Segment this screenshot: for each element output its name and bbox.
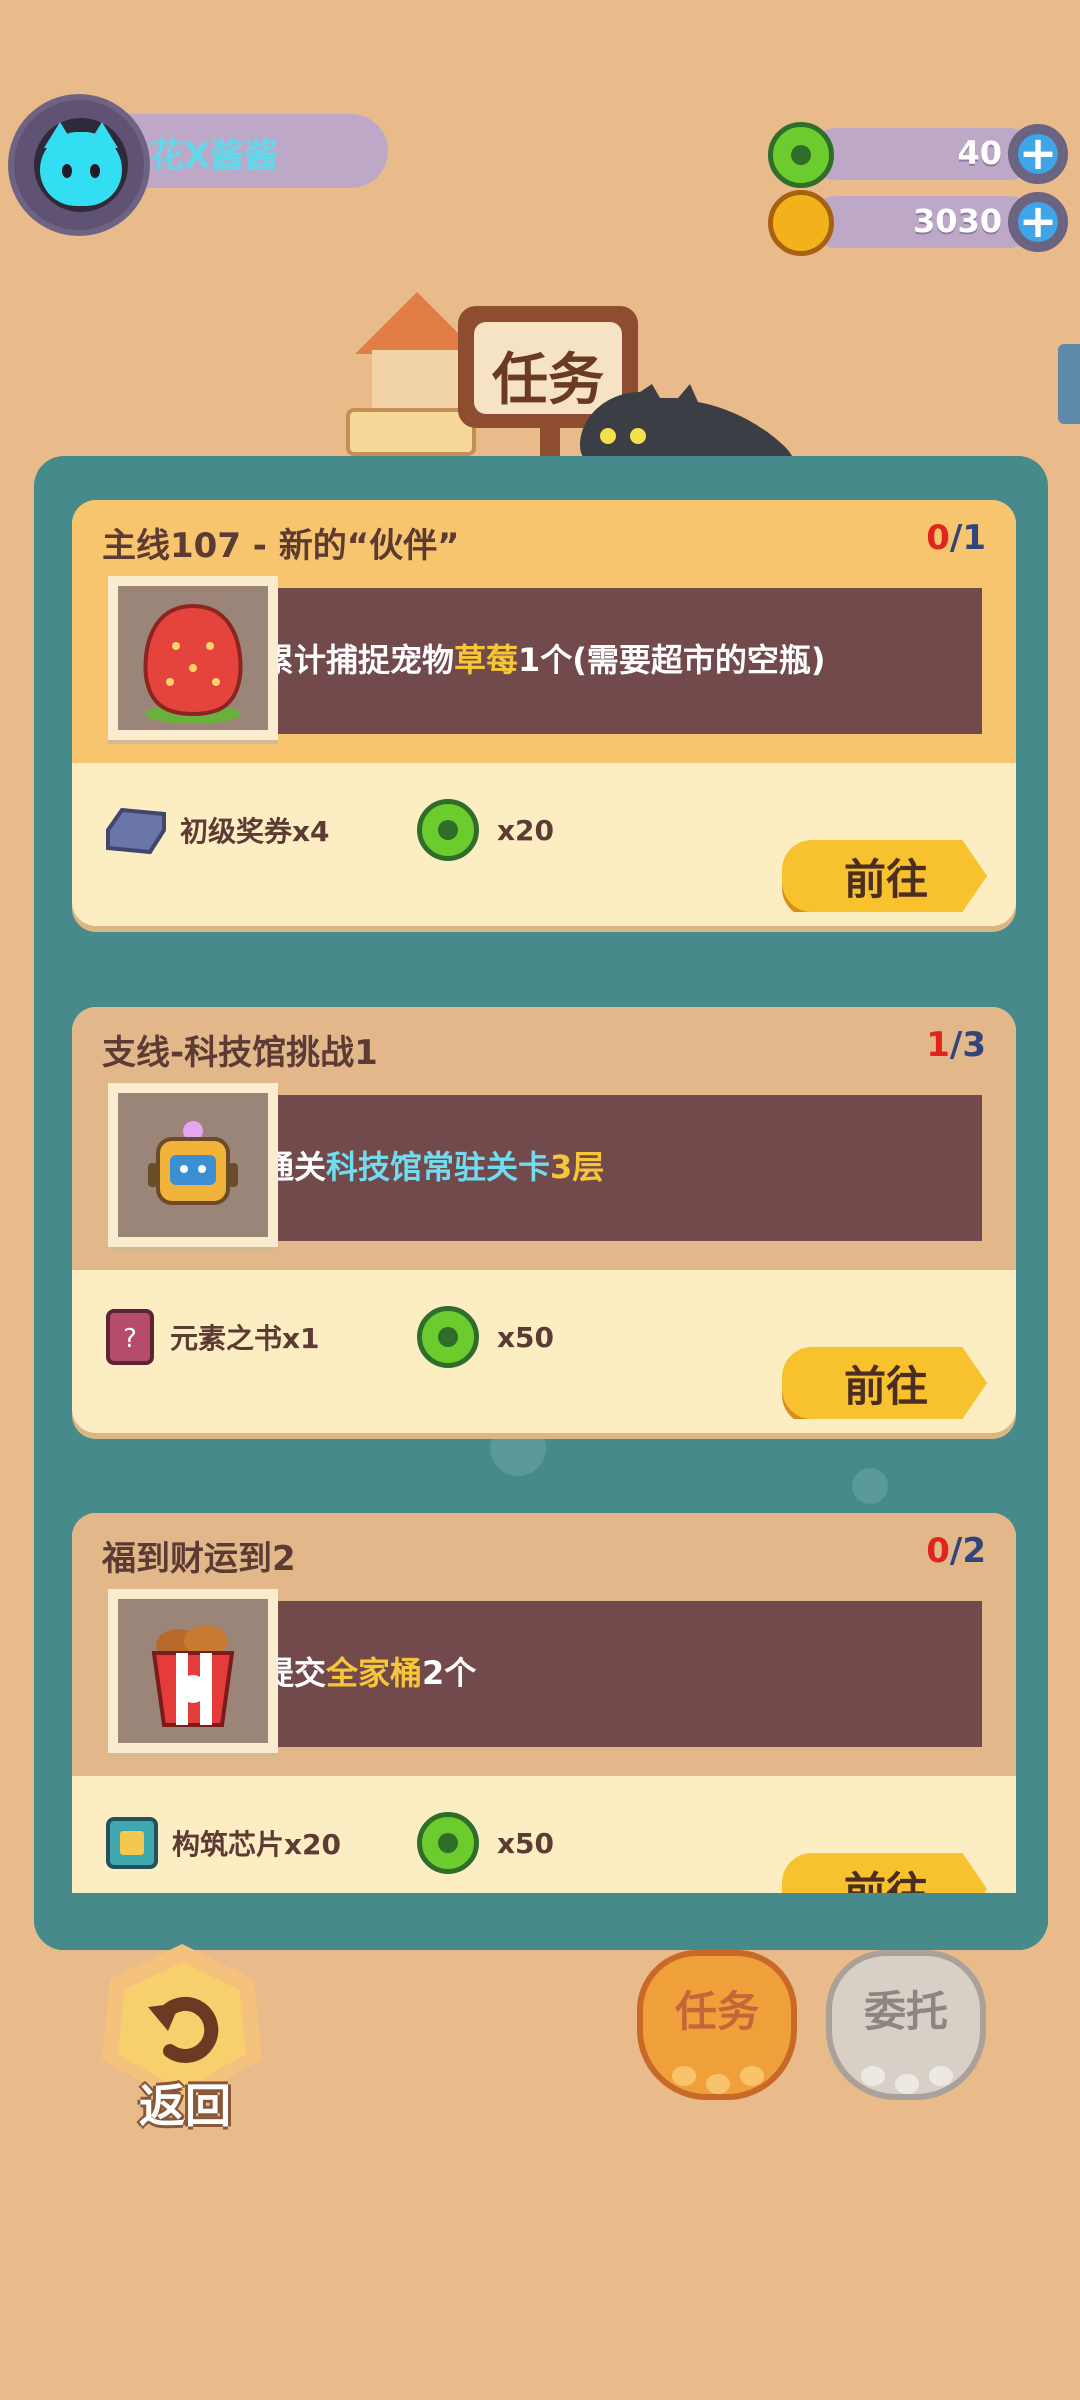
task-progress: 0/2 xyxy=(926,1531,986,1571)
task-card: 主线107 - 新的“伙伴” 0/1 累计捕捉宠物草莓1个(需要超市的空瓶) 初… xyxy=(72,500,1016,926)
element-book-icon: ? xyxy=(106,1309,154,1365)
task-description: 通关科技馆常驻关卡3层 xyxy=(262,1148,605,1186)
reward-item: x50 xyxy=(417,1306,554,1368)
reward-item: 构筑芯片x20 xyxy=(102,1813,341,1873)
avatar-eye-left xyxy=(62,164,72,178)
add-gems-button[interactable]: + xyxy=(1008,124,1068,184)
paw-toe xyxy=(672,2066,696,2086)
strawberry-icon xyxy=(143,603,243,724)
task-thumbnail xyxy=(118,1599,268,1743)
task-title: 福到财运到2 xyxy=(102,1539,296,1579)
task-title: 主线107 - 新的“伙伴” xyxy=(102,526,460,566)
avatar xyxy=(40,132,122,206)
side-clip[interactable] xyxy=(1058,344,1080,424)
gold-coin-icon xyxy=(768,190,834,256)
back-arrow-icon xyxy=(148,1996,219,2063)
task-title: 支线-科技馆挑战1 xyxy=(102,1033,378,1073)
ticket-icon xyxy=(106,807,166,855)
tab-task-label: 任务 xyxy=(674,1987,759,2036)
paw-toe xyxy=(740,2066,764,2086)
go-button-label: 前往 xyxy=(843,1362,928,1411)
go-button-label: 前往 xyxy=(843,1868,928,1893)
paw-toe xyxy=(706,2074,730,2094)
green-donut-icon xyxy=(417,1306,479,1368)
panel-bottom-edge xyxy=(34,1893,1048,1950)
go-button-label: 前往 xyxy=(843,855,928,904)
player-name: 花X酱酱 xyxy=(150,136,279,176)
paw-toe xyxy=(895,2074,919,2094)
add-coins-button[interactable]: + xyxy=(1008,192,1068,252)
task-card: 福到财运到2 0/2 提交全家桶2个 构筑芯片x20 x50 前往 xyxy=(72,1513,1016,1893)
gem-count: 40 xyxy=(957,134,1002,172)
robot-icon xyxy=(148,1121,238,1205)
green-donut-icon xyxy=(417,1812,479,1874)
avatar-eye-right xyxy=(90,164,100,178)
task-description: 提交全家桶2个 xyxy=(262,1654,477,1692)
chip-icon xyxy=(106,1817,158,1869)
reward-item: x20 xyxy=(417,799,554,861)
green-donut-icon xyxy=(768,122,834,188)
books-decoration xyxy=(346,408,476,456)
back-button-label: 返回 xyxy=(139,2079,231,2133)
task-progress: 1/3 xyxy=(926,1025,986,1065)
svg-text:?: ? xyxy=(123,1324,137,1354)
task-thumbnail xyxy=(118,586,268,730)
reward-item: ? 元素之书x1 xyxy=(102,1307,320,1367)
panel-decoration-dot xyxy=(852,1468,888,1504)
reward-item: x50 xyxy=(417,1812,554,1874)
chicken-bucket-icon xyxy=(151,1625,235,1727)
task-progress: 0/1 xyxy=(926,518,986,558)
reward-item: 初级奖券x4 xyxy=(102,800,330,860)
task-card: 支线-科技馆挑战1 1/3 通关科技馆常驻关卡3层 ? 元素之书x1 x50 前… xyxy=(72,1007,1016,1433)
task-thumbnail xyxy=(118,1093,268,1237)
green-donut-icon xyxy=(417,799,479,861)
task-description: 累计捕捉宠物草莓1个(需要超市的空瓶) xyxy=(262,641,826,679)
paw-toe xyxy=(861,2066,885,2086)
tab-entrust-label: 委托 xyxy=(863,1987,948,2036)
paw-toe xyxy=(929,2066,953,2086)
coin-count: 3030 xyxy=(912,202,1002,240)
